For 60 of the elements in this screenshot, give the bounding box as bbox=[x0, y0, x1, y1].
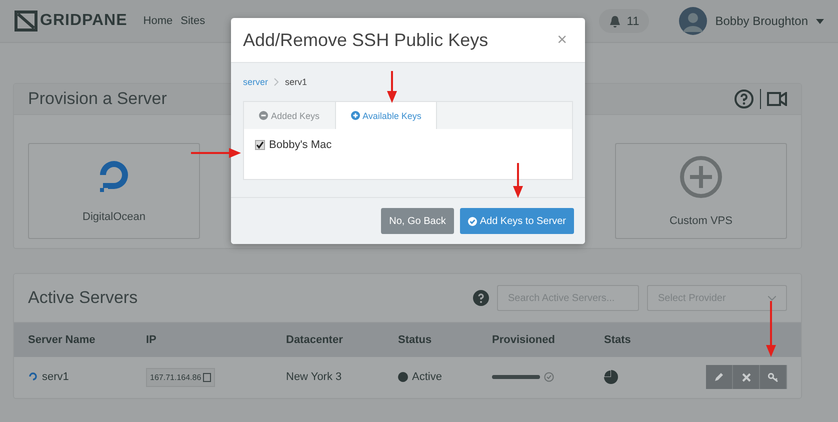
card-title: Active Servers bbox=[28, 288, 138, 308]
tab[interactable]: Added Keys bbox=[244, 102, 335, 129]
server-name[interactable]: serv1 bbox=[42, 371, 69, 383]
plus-circle-icon bbox=[678, 155, 723, 199]
pencil-icon bbox=[714, 372, 724, 382]
status-dot-icon bbox=[398, 372, 408, 382]
column-header: Stats bbox=[604, 334, 632, 346]
delete-button[interactable] bbox=[733, 365, 760, 389]
key-label[interactable]: Bobby's Mac bbox=[269, 139, 332, 151]
arrow bbox=[766, 301, 776, 357]
check-circle-icon bbox=[468, 216, 477, 226]
minus-circle-icon bbox=[259, 111, 268, 120]
nav-link[interactable]: Sites bbox=[180, 15, 206, 27]
avatar[interactable] bbox=[679, 7, 708, 35]
help-icon[interactable] bbox=[734, 89, 754, 109]
logo-text: GRIDPANE bbox=[40, 12, 128, 30]
checkbox[interactable] bbox=[255, 140, 265, 150]
tile-label: DigitalOcean bbox=[82, 211, 146, 223]
ssh-key-button[interactable] bbox=[760, 365, 787, 389]
arrow bbox=[191, 148, 241, 158]
notifications-button[interactable]: 11 bbox=[598, 9, 650, 33]
cloud-logo-icon bbox=[28, 372, 38, 382]
user-name[interactable]: Bobby Broughton bbox=[715, 14, 808, 28]
bell-icon bbox=[608, 14, 621, 28]
tab[interactable]: Available Keys bbox=[334, 102, 438, 129]
arrow bbox=[513, 163, 523, 198]
table-cell-text: New York 3 bbox=[286, 371, 343, 383]
nav-link[interactable]: Home bbox=[143, 15, 173, 27]
breadcrumb-current: serv1 bbox=[285, 77, 308, 87]
status-text: Active bbox=[412, 371, 442, 383]
tile-label: Custom VPS bbox=[669, 215, 732, 227]
chevron-down-icon bbox=[768, 296, 776, 300]
key-icon bbox=[768, 372, 778, 382]
check-circle-icon bbox=[544, 372, 554, 382]
column-header: Provisioned bbox=[492, 334, 556, 346]
arrow bbox=[387, 71, 397, 103]
video-icon[interactable] bbox=[767, 92, 787, 106]
plus-circle-icon bbox=[350, 111, 360, 120]
ip-field[interactable]: 167.71.164.86 bbox=[146, 368, 216, 386]
logo-icon bbox=[14, 10, 38, 32]
progress-track bbox=[492, 375, 540, 379]
column-header: Status bbox=[398, 334, 433, 346]
copy-icon[interactable] bbox=[203, 372, 212, 382]
caret-icon[interactable] bbox=[816, 18, 824, 24]
breadcrumb-link[interactable]: server bbox=[243, 77, 268, 87]
add-keys-button[interactable]: Add Keys to Server bbox=[460, 208, 574, 234]
provider-tile[interactable]: DigitalOcean bbox=[28, 143, 200, 239]
help-icon[interactable] bbox=[473, 290, 489, 306]
chevron-right-icon bbox=[274, 78, 280, 86]
modal-title: Add/Remove SSH Public Keys bbox=[243, 30, 488, 50]
cancel-button[interactable]: No, Go Back bbox=[381, 208, 454, 234]
x-icon bbox=[742, 372, 750, 382]
card-title: Provision a Server bbox=[28, 89, 167, 109]
pie-chart-icon[interactable] bbox=[604, 370, 618, 384]
column-header: Datacenter bbox=[286, 334, 344, 346]
column-header: Server Name bbox=[28, 334, 96, 346]
provider-tile[interactable]: Custom VPS bbox=[614, 143, 787, 239]
close-button[interactable]: × bbox=[551, 29, 573, 51]
column-header: IP bbox=[146, 334, 158, 346]
edit-button[interactable] bbox=[706, 365, 733, 389]
